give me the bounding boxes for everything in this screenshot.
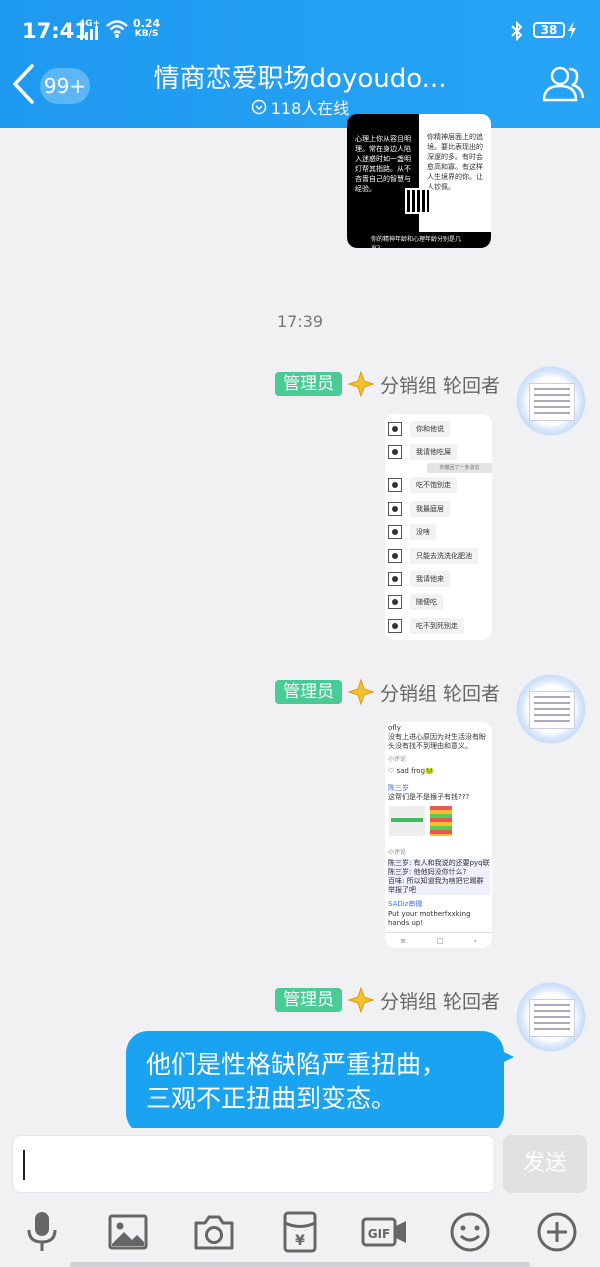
- forum-line: 百味: 所以知道我为啥把它踢群举报了吧: [388, 877, 490, 895]
- send-button[interactable]: 发送: [503, 1135, 587, 1193]
- list-item: 我请他吃屎: [385, 440, 492, 463]
- star-icon: [347, 371, 374, 397]
- net-speed-unit: KB/S: [134, 29, 159, 39]
- forum-line: 陈三岁: 他他妈没你什么?: [388, 868, 490, 877]
- forum-line: Put your motherfxxking hands up!: [388, 910, 471, 927]
- sender-info: 管理员 分销组 轮回者: [274, 678, 500, 706]
- charging-icon: [568, 21, 576, 39]
- role-badge: 管理员: [274, 372, 342, 396]
- message-line: 三观不正扭曲到变态。: [146, 1084, 397, 1113]
- chat-line: 随便吃: [410, 594, 443, 611]
- group-title[interactable]: 情商恋爱职场doyoudo...: [120, 58, 480, 95]
- camera-icon[interactable]: [190, 1208, 238, 1256]
- net-speed-value: 0.24: [133, 17, 161, 30]
- input-bar: 发送 ¥ GIF: [0, 1128, 600, 1267]
- star-icon: [347, 679, 374, 705]
- message-line: 他们是性格缺陷严重扭曲，: [146, 1050, 447, 1079]
- sender-name: 分销组 轮回者: [379, 990, 500, 1013]
- system-notice: 你撤回了一条消息: [427, 463, 492, 473]
- back-nav-icon: ‹: [473, 936, 477, 945]
- battery-indicator: 38: [533, 22, 565, 38]
- sender-info: 管理员 分销组 轮回者: [274, 986, 500, 1014]
- qr-code-icon: [405, 188, 431, 214]
- avatar[interactable]: [516, 982, 586, 1052]
- menu-icon: ≡: [400, 936, 407, 945]
- plus-icon[interactable]: [533, 1208, 581, 1256]
- svg-text:GIF: GIF: [368, 1227, 391, 1241]
- role-badge: 管理员: [274, 680, 342, 704]
- image-message[interactable]: 心理上你从容且明理。常在身边人陷入迷惑时如一盏明灯帮其指路。从不吝啬自己的智慧与…: [347, 114, 491, 248]
- text-message-bubble[interactable]: 他们是性格缺陷严重扭曲， 三观不正扭曲到变态。: [126, 1031, 514, 1135]
- role-badge: 管理员: [274, 988, 342, 1012]
- forum-user: 陈三岁: [388, 784, 409, 792]
- thumbnail: [389, 806, 425, 836]
- signal-icon: [80, 24, 98, 40]
- list-item: 没啥: [385, 521, 492, 544]
- net-speed: 0.24 KB/S: [133, 17, 161, 39]
- avatar[interactable]: [516, 366, 586, 436]
- sender-name: 分销组 轮回者: [379, 374, 500, 397]
- thumbnail: [430, 806, 452, 836]
- list-item: 吃不饱别走: [385, 474, 492, 497]
- image-icon[interactable]: [104, 1208, 152, 1256]
- image-text-left: 心理上你从容且明理。常在身边人陷入迷惑时如一盏明灯帮其指路。从不吝啬自己的智慧与…: [347, 114, 419, 232]
- list-item: 只能去洗洗化肥池: [385, 544, 492, 567]
- forum-line: 这帮们是不是猴子有钱???: [388, 793, 470, 801]
- header: 17:41 4G+ 0.24 KB/S 38 99+ 情商恋爱职场doyoudo…: [0, 0, 600, 128]
- microphone-icon[interactable]: [18, 1208, 66, 1256]
- chat-line: 吃不饱别走: [410, 477, 457, 494]
- chat-line: 我请他来: [410, 571, 450, 588]
- forum-user: ♡ sad frog🐸: [388, 767, 434, 775]
- chat-area[interactable]: 心理上你从容且明理。常在身边人陷入迷惑时如一盏明灯帮其指路。从不吝啬自己的智慧与…: [0, 114, 600, 1128]
- group-members-icon[interactable]: [540, 62, 586, 106]
- bluetooth-icon: [511, 21, 523, 41]
- emoji-icon[interactable]: [446, 1208, 494, 1256]
- wifi-icon: [106, 20, 128, 38]
- message-input[interactable]: [12, 1135, 495, 1193]
- home-icon: □: [436, 936, 444, 945]
- avatar[interactable]: [516, 674, 586, 744]
- list-item: 你和他说: [385, 417, 492, 440]
- chat-line: 你和他说: [410, 420, 450, 437]
- back-icon[interactable]: [10, 62, 36, 106]
- list-item: 我最庭居: [385, 497, 492, 520]
- text-caret: [23, 1150, 25, 1180]
- forum-line: 小评论: [388, 756, 407, 763]
- nav-bar: ≡ □ ‹: [385, 932, 492, 948]
- star-icon: [347, 987, 374, 1013]
- list-item: 吃不到死别走: [385, 614, 492, 637]
- image-message[interactable]: ofly 没有上进心原因为对生活没有盼头没有找不到理由和意义。 小评论 ♡ sa…: [385, 722, 492, 948]
- toolbar: ¥ GIF: [0, 1208, 600, 1264]
- online-count-label: 118人在线: [270, 99, 350, 118]
- forum-user: SADiz串微: [388, 900, 423, 908]
- forum-line: ofly: [388, 724, 401, 732]
- list-item: 我请他来: [385, 567, 492, 590]
- sender-name: 分销组 轮回者: [379, 682, 500, 705]
- gif-icon[interactable]: GIF: [360, 1208, 408, 1256]
- red-packet-icon[interactable]: ¥: [276, 1208, 324, 1256]
- chat-line: 没啥: [410, 524, 436, 541]
- sender-info: 管理员 分销组 轮回者: [274, 370, 500, 398]
- forum-line: 没有上进心原因为对生活没有盼头没有找不到理由和意义。: [388, 733, 486, 750]
- chevron-circle-icon: [251, 99, 266, 115]
- forum-line: 小评论: [388, 849, 407, 856]
- status-bar: 17:41 4G+ 0.24 KB/S 38: [0, 0, 600, 44]
- svg-text:¥: ¥: [295, 1233, 305, 1249]
- list-item: 随便吃: [385, 591, 492, 614]
- chat-line: 我最庭居: [410, 500, 450, 517]
- gesture-bar: [70, 1262, 530, 1267]
- image-text-right: 你精神层面上的追境。要比表现出的深邃的多。有时会愈高和寡。有这样人生境界的你。让…: [419, 114, 491, 232]
- chat-line: 吃不到死别走: [410, 617, 464, 634]
- image-footer-text: 你的精神年龄和心理年龄分别是几岁?: [347, 232, 491, 248]
- chat-line: 只能去洗洗化肥池: [410, 547, 478, 564]
- chat-line: 我请他吃屎: [410, 444, 457, 461]
- message-timestamp: 17:39: [276, 312, 324, 331]
- unread-badge[interactable]: 99+: [40, 68, 90, 104]
- image-message[interactable]: 你和他说 我请他吃屎 你撤回了一条消息 吃不饱别走 我最庭居 没啥 只能去洗洗化…: [385, 414, 492, 640]
